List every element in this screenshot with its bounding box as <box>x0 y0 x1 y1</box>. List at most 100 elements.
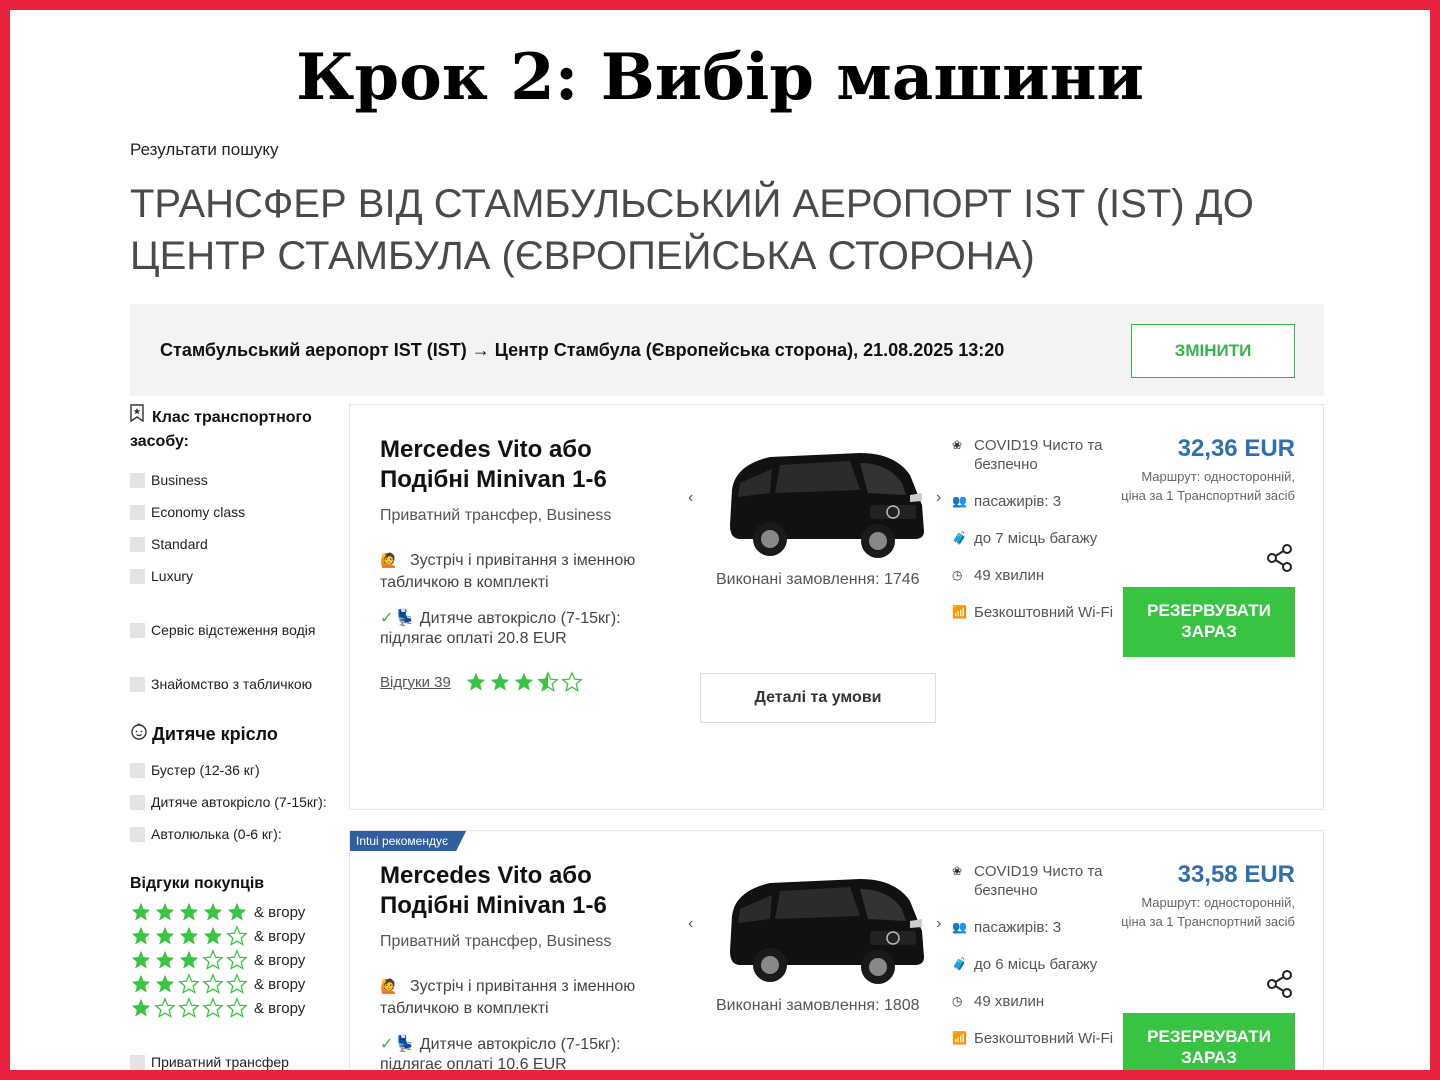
filter-child-seat[interactable]: Дитяче автокрісло (7-15кг): <box>130 786 340 818</box>
star-filled-icon <box>154 925 176 947</box>
feature-passengers: 👥 пасажирів: 3 <box>952 919 1062 936</box>
filter-class-luxury[interactable]: Luxury <box>130 560 340 592</box>
checkbox[interactable] <box>130 762 145 778</box>
meet-greet-icon: 🙋 <box>380 978 398 994</box>
share-icon[interactable] <box>1265 543 1295 573</box>
clock-icon: ◷ <box>952 568 963 582</box>
rating-stars <box>465 671 585 693</box>
star-half-icon <box>537 671 559 693</box>
share-icon[interactable] <box>1265 969 1295 999</box>
vehicle-image <box>710 861 930 991</box>
car-seat-icon: 💺 <box>395 1036 416 1053</box>
filter-driver-tracking[interactable]: Сервіс відстеження водія <box>130 614 340 646</box>
vehicle-name: Mercedes Vito або Подібні Minivan 1-6 <box>380 862 607 919</box>
feature-luggage: 🧳 до 7 місць багажу <box>952 530 1098 547</box>
meet-greet-info: 🙋 Зустріч і привітання з іменною табличко… <box>380 549 680 594</box>
check-icon: ✓ <box>380 1036 394 1053</box>
star-empty-icon <box>202 997 224 1019</box>
star-empty-icon <box>178 973 200 995</box>
star-filled-icon <box>178 901 200 923</box>
results-label: Результати пошуку <box>130 140 279 159</box>
filter-booster[interactable]: Бустер (12-36 кг) <box>130 754 340 786</box>
recommended-badge: Intui рекомендує <box>350 831 466 851</box>
reviews-filter-list: & вгору & вгору & вгору & вгору & вгору <box>130 900 340 1020</box>
reviews-summary: Відгуки 39 <box>380 671 585 693</box>
filters-sidebar: Клас транспортного засобу: Business Econ… <box>130 404 340 1070</box>
change-search-button[interactable]: ЗМІНИТИ <box>1131 324 1295 378</box>
filter-rating-4-up[interactable]: & вгору <box>130 924 340 948</box>
price-note: Маршрут: односторонній, ціна за 1 Трансп… <box>1121 895 1295 929</box>
rating-suffix: & вгору <box>254 951 306 969</box>
filter-class-standard[interactable]: Standard <box>130 528 340 560</box>
star-filled-icon <box>130 925 152 947</box>
star-filled-icon <box>202 901 224 923</box>
star-empty-icon <box>226 949 248 971</box>
book-now-button[interactable]: РЕЗЕРВУВАТИ ЗАРАЗ <box>1123 587 1295 657</box>
star-empty-icon <box>202 949 224 971</box>
star-filled-icon <box>178 925 200 947</box>
filter-class-business[interactable]: Business <box>130 464 340 496</box>
rating-suffix: & вгору <box>254 975 306 993</box>
shield-icon: ❀ <box>952 438 963 452</box>
filter-private-transfer[interactable]: Приватний трансфер <box>130 1050 340 1070</box>
carousel-next-icon[interactable]: › <box>936 915 941 933</box>
checkbox[interactable] <box>130 472 145 488</box>
filter-class-economy[interactable]: Economy class <box>130 496 340 528</box>
star-filled-icon <box>465 671 487 693</box>
star-filled-icon <box>513 671 535 693</box>
star-filled-icon <box>154 949 176 971</box>
checkbox[interactable] <box>130 676 145 692</box>
luggage-icon: 🧳 <box>952 957 967 971</box>
star-empty-icon <box>178 997 200 1019</box>
filter-rating-5-up[interactable]: & вгору <box>130 900 340 924</box>
route-summary-text: Стамбульський аеропорт IST (IST) → Центр… <box>160 340 1005 360</box>
filter-rating-2-up[interactable]: & вгору <box>130 972 340 996</box>
wifi-icon: 📶 <box>952 1031 967 1045</box>
carousel-next-icon[interactable]: › <box>936 489 941 507</box>
clock-icon: ◷ <box>952 994 963 1008</box>
page-frame: Крок 2: Вибір машини Результати пошуку Т… <box>0 0 1440 1080</box>
bookmark-star-icon <box>130 404 146 430</box>
star-empty-icon <box>202 973 224 995</box>
checkbox[interactable] <box>130 794 145 810</box>
step-title: Крок 2: Вибір машини <box>296 40 1144 115</box>
vehicle-card: Mercedes Vito або Подібні Minivan 1-6 Пр… <box>349 404 1324 810</box>
passengers-icon: 👥 <box>952 920 967 934</box>
checkbox[interactable] <box>130 826 145 842</box>
checkbox[interactable] <box>130 568 145 584</box>
star-filled-icon <box>154 973 176 995</box>
vehicle-name: Mercedes Vito або Подібні Minivan 1-6 <box>380 436 607 493</box>
star-filled-icon <box>130 973 152 995</box>
star-empty-icon <box>226 925 248 947</box>
route-summary-bar: Стамбульський аеропорт IST (IST) → Центр… <box>130 304 1324 396</box>
star-filled-icon <box>130 901 152 923</box>
checkbox[interactable] <box>130 536 145 552</box>
filter-infant-carrier[interactable]: Автолюлька (0-6 кг): <box>130 818 340 850</box>
feature-wifi: 📶 Безкоштовний Wi-Fi <box>952 1030 1114 1047</box>
filter-rating-3-up[interactable]: & вгору <box>130 948 340 972</box>
carousel-prev-icon[interactable]: ‹ <box>688 489 693 507</box>
rating-suffix: & вгору <box>254 999 306 1017</box>
wifi-icon: 📶 <box>952 605 967 619</box>
star-filled-icon <box>178 949 200 971</box>
reviews-filter-heading: Відгуки покупців <box>130 875 265 892</box>
carousel-prev-icon[interactable]: ‹ <box>688 915 693 933</box>
book-now-button[interactable]: РЕЗЕРВУВАТИ ЗАРАЗ <box>1123 1013 1295 1070</box>
feature-wifi: 📶 Безкоштовний Wi-Fi <box>952 604 1114 621</box>
star-filled-icon <box>202 925 224 947</box>
child-seat-info: ✓ 💺 Дитяче автокрісло (7-15кг): підлягає … <box>380 1036 621 1073</box>
star-filled-icon <box>130 997 152 1019</box>
vehicle-class-heading: Клас транспортного засобу: <box>130 404 340 454</box>
checkbox[interactable] <box>130 622 145 638</box>
feature-covid: ❀ COVID19 Чисто та безпечно <box>952 437 1103 473</box>
reviews-link[interactable]: Відгуки 39 <box>380 674 451 691</box>
filter-rating-1-up[interactable]: & вгору <box>130 996 340 1020</box>
feature-luggage: 🧳 до 6 місць багажу <box>952 956 1098 973</box>
feature-covid: ❀ COVID19 Чисто та безпечно <box>952 863 1103 899</box>
checkbox[interactable] <box>130 1054 145 1070</box>
filter-meet-sign[interactable]: Знайомство з табличкою <box>130 668 340 700</box>
child-seat-info: ✓ 💺 Дитяче автокрісло (7-15кг): підлягає … <box>380 610 621 647</box>
orders-count: Виконані замовлення: 1808 <box>716 997 920 1014</box>
details-button[interactable]: Деталі та умови <box>700 673 936 723</box>
checkbox[interactable] <box>130 504 145 520</box>
